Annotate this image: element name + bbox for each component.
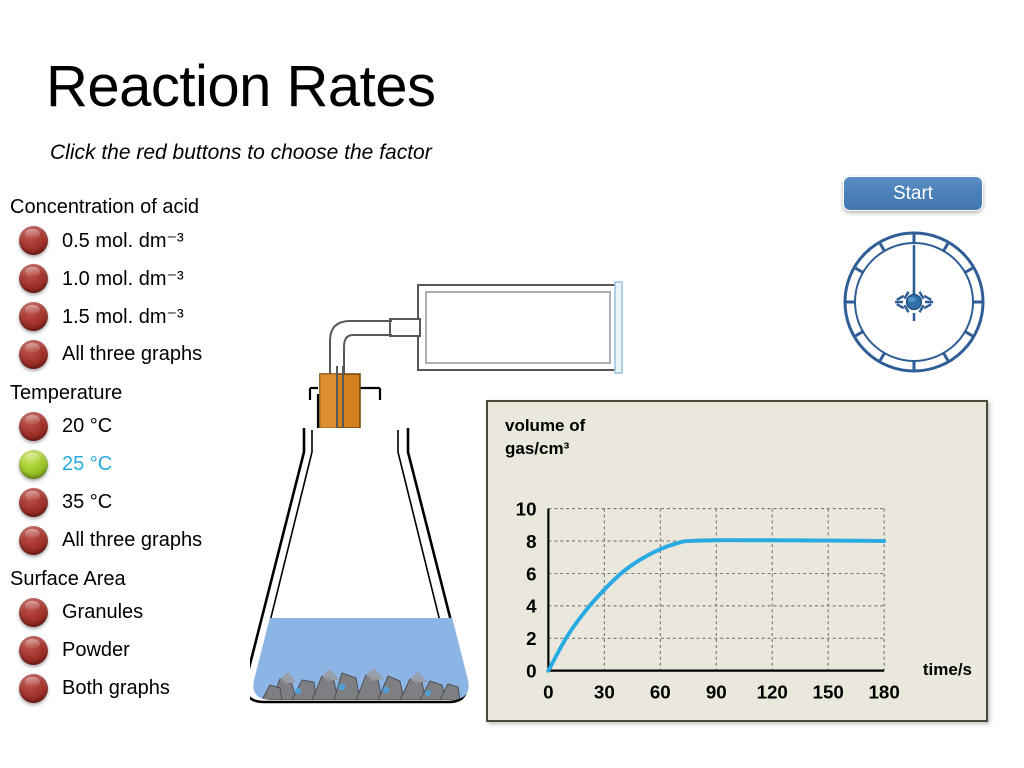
option-label: 1.0 mol. dm⁻³ xyxy=(62,267,184,290)
red-button-icon[interactable] xyxy=(19,339,48,369)
red-button-icon[interactable] xyxy=(19,263,48,293)
svg-text:10: 10 xyxy=(516,499,537,520)
chart-gridlines xyxy=(548,508,885,671)
svg-text:6: 6 xyxy=(526,563,536,584)
option-label: 35 °C xyxy=(62,490,113,513)
svg-text:30: 30 xyxy=(594,681,615,702)
gas-syringe-icon xyxy=(389,281,623,374)
option-label: All three graphs xyxy=(62,342,203,365)
svg-text:0: 0 xyxy=(543,681,553,702)
page-title: Reaction Rates xyxy=(46,54,436,119)
results-chart-panel: volume of gas/cm³ time/s 0 2 4 6 8 10 0 30 60 90… xyxy=(486,400,988,722)
red-button-icon[interactable] xyxy=(19,597,48,627)
option-label-selected: 25 °C xyxy=(62,452,113,475)
option-label: Both graphs xyxy=(62,676,170,699)
chart-y-tick-labels: 0 2 4 6 8 10 xyxy=(516,499,537,682)
svg-text:2: 2 xyxy=(526,628,536,649)
red-button-icon[interactable] xyxy=(19,525,48,555)
red-button-icon[interactable] xyxy=(19,411,48,441)
option-label: Powder xyxy=(62,638,130,661)
red-button-icon[interactable] xyxy=(19,301,48,331)
svg-text:90: 90 xyxy=(706,681,727,702)
instruction-subtitle: Click the red buttons to choose the fact… xyxy=(50,141,432,164)
red-button-icon[interactable] xyxy=(19,673,48,703)
option-label: All three graphs xyxy=(62,528,203,551)
option-label: 20 °C xyxy=(62,414,113,437)
red-button-icon[interactable] xyxy=(19,635,48,665)
option-label: 1.5 mol. dm⁻³ xyxy=(62,305,184,328)
green-button-icon[interactable] xyxy=(19,449,48,479)
svg-text:60: 60 xyxy=(650,681,671,702)
svg-text:8: 8 xyxy=(526,531,536,552)
stopwatch-dial xyxy=(843,231,985,373)
option-label: 0.5 mol. dm⁻³ xyxy=(62,229,184,252)
red-button-icon[interactable] xyxy=(19,225,48,255)
option-row-concentration-0[interactable]: 0.5 mol. dm⁻³ xyxy=(0,221,300,259)
chart-x-tick-labels: 0 30 60 90 120 150 180 xyxy=(543,681,900,702)
svg-text:120: 120 xyxy=(757,681,788,702)
svg-text:4: 4 xyxy=(526,596,537,617)
stopwatch-hub xyxy=(905,293,923,311)
svg-text:0: 0 xyxy=(526,661,536,682)
start-button[interactable]: Start xyxy=(843,176,983,211)
bung-icon xyxy=(319,373,361,429)
chart-canvas: 0 2 4 6 8 10 0 30 60 90 120 150 180 xyxy=(516,499,900,703)
svg-text:150: 150 xyxy=(813,681,844,702)
group-heading-concentration: Concentration of acid xyxy=(10,196,200,218)
red-button-icon[interactable] xyxy=(19,487,48,517)
option-label: Granules xyxy=(62,600,144,623)
svg-text:180: 180 xyxy=(869,681,900,702)
